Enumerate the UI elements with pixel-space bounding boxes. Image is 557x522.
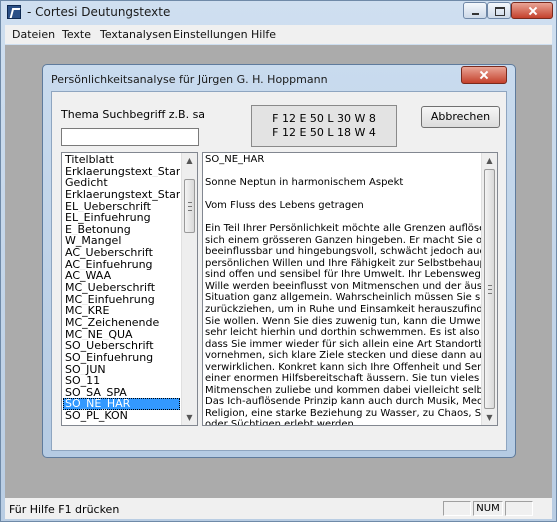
text-line: Religion, eine starke Beziehung zu Wasse… <box>205 407 498 419</box>
status-text: Für Hilfe F1 drücken <box>9 503 120 516</box>
menu-dateien[interactable]: Dateien <box>12 28 55 41</box>
dialog-close-button[interactable] <box>461 66 507 84</box>
text-line: vornehmen, sich klare Ziele stecken und … <box>205 350 494 362</box>
list-item[interactable]: W_Mangel <box>63 235 180 247</box>
status-bar: Für Hilfe F1 drücken NUM <box>5 498 552 519</box>
cancel-button[interactable]: Abbrechen <box>421 106 500 128</box>
text-line: beeinflussbar und hingebungsvoll, schwäc… <box>205 246 498 258</box>
list-item[interactable]: Titelblatt <box>63 154 180 166</box>
list-item[interactable]: SO_Ueberschrift <box>63 340 180 352</box>
maximize-button[interactable] <box>487 2 511 19</box>
list-item[interactable]: Gedicht <box>63 177 180 189</box>
menu-einstellungen[interactable]: Einstellungen <box>173 28 248 41</box>
text-line: einer enormen Hilfsbereitschaft äussern.… <box>205 373 498 385</box>
info-line: F 12 E 50 L 18 W 4 <box>272 126 376 139</box>
info-box: F 12 E 50 L 30 W 8 F 12 E 50 L 18 W 4 <box>251 105 397 147</box>
menu-textanalysen[interactable]: Textanalysen <box>100 28 172 41</box>
list-item[interactable]: Erklaerungstext_Standarda <box>63 189 180 201</box>
list-item[interactable]: MC_Einfuehrung <box>63 294 180 306</box>
scroll-thumb[interactable] <box>484 169 495 409</box>
text-line: dass Sie immer wieder für sich allein ei… <box>205 338 497 350</box>
text-line: Das Ich-auflösende Prinzip kann auch dur… <box>205 396 498 408</box>
list-item[interactable]: MC_Ueberschrift <box>63 282 180 294</box>
analysis-dialog: Persönlichkeitsanalyse für Jürgen G. H. … <box>42 64 516 458</box>
topic-list-items: TitelblattErklaerungstext_StandardaGedic… <box>63 154 180 422</box>
menu-texte[interactable]: Texte <box>62 28 91 41</box>
text-paragraph: Sonne Neptun in harmonischem Aspekt <box>205 177 481 189</box>
text-line: Vom Fluss des Lebens getragen <box>205 200 364 212</box>
list-item[interactable]: SO_NE_HAR <box>63 398 180 411</box>
list-item[interactable]: Erklaerungstext_Standarda <box>63 166 180 178</box>
analysis-text: SO_NE_HAR Sonne Neptun in harmonischem As… <box>205 154 498 426</box>
analysis-text-box[interactable]: SO_NE_HAR Sonne Neptun in harmonischem As… <box>202 152 498 426</box>
search-input[interactable] <box>61 128 199 146</box>
text-line: persönlichen Willen und Ihre Fähigkeit z… <box>205 257 498 269</box>
text-line: Sie wollen. Wenn Sie dies zuwenig tun, k… <box>205 315 498 327</box>
minimize-button[interactable] <box>463 2 487 19</box>
text-paragraph: SO_NE_HAR <box>205 154 481 166</box>
title-bar: - Cortesi Deutungstexte <box>1 1 556 23</box>
text-line: sehr leicht hierhin und dorthin schwemme… <box>205 327 498 339</box>
info-line: F 12 E 50 L 30 W 8 <box>272 112 376 125</box>
list-item[interactable]: AC_WAA <box>63 270 180 282</box>
text-line: oder Süchtigen erlebt werden. <box>205 419 358 426</box>
list-item[interactable]: MC_NE_QUA <box>63 329 180 341</box>
list-item[interactable]: MC_KRE <box>63 305 180 317</box>
topic-list[interactable]: TitelblattErklaerungstext_StandardaGedic… <box>61 152 198 426</box>
scroll-up-arrow[interactable]: ▲ <box>482 153 497 168</box>
menu-hilfe[interactable]: Hilfe <box>251 28 276 41</box>
dialog-title: Persönlichkeitsanalyse für Jürgen G. H. … <box>51 73 328 86</box>
scroll-down-arrow[interactable]: ▼ <box>482 410 497 425</box>
text-line: Mitmenschen zuliebe und kommen dabei vie… <box>205 384 497 396</box>
list-item[interactable]: E_Betonung <box>63 224 180 236</box>
scroll-down-arrow[interactable]: ▼ <box>182 410 197 425</box>
list-item[interactable]: EL_Ueberschrift <box>63 201 180 213</box>
list-item[interactable]: SO_11 <box>63 375 180 387</box>
search-label: Thema Suchbegriff z.B. sa <box>61 108 206 121</box>
text-line: zurückziehen, um in Ruhe und Einsamkeit … <box>205 303 498 315</box>
list-item[interactable]: SO_PL_KON <box>63 410 180 422</box>
topic-list-scrollbar[interactable]: ▲ ▼ <box>181 153 197 425</box>
text-line: sich einem grösseren Ganzen hingeben. Er… <box>205 234 498 246</box>
list-item[interactable]: SO_JUN <box>63 364 180 376</box>
text-scrollbar[interactable]: ▲ ▼ <box>481 153 497 425</box>
scroll-up-arrow[interactable]: ▲ <box>182 153 197 168</box>
text-line: Situation ganz allgemein. Wahrscheinlich… <box>205 292 495 304</box>
list-item[interactable]: AC_Einfuehrung <box>63 259 180 271</box>
list-item[interactable]: MC_Zeichenende <box>63 317 180 329</box>
status-pane-empty <box>443 501 471 516</box>
text-paragraph: Vom Fluss des Lebens getragen <box>205 200 481 212</box>
scroll-thumb[interactable] <box>184 179 195 233</box>
text-line: SO_NE_HAR <box>205 154 265 165</box>
text-paragraph: Ein Teil Ihrer Persönlichkeit möchte all… <box>205 223 498 426</box>
num-lock-indicator: NUM <box>473 501 503 516</box>
status-pane-empty-2 <box>505 501 533 516</box>
text-line: Sonne Neptun in harmonischem Aspekt <box>205 177 404 189</box>
list-item[interactable]: AC_Ueberschrift <box>63 247 180 259</box>
text-line: Ein Teil Ihrer Persönlichkeit möchte all… <box>205 223 498 235</box>
text-line: Wille werden beeinflusst von Mitmenschen… <box>205 280 498 292</box>
menu-bar: Dateien Texte Textanalysen Einstellungen… <box>5 25 552 44</box>
app-title: - Cortesi Deutungstexte <box>27 5 171 19</box>
list-item[interactable]: SO_SA_SPA <box>63 387 180 399</box>
text-line: sind offen und sensibel für Ihre Umwelt.… <box>205 269 498 281</box>
dialog-body: Thema Suchbegriff z.B. sa F 12 E 50 L 30… <box>51 91 507 451</box>
list-item[interactable]: SO_Einfuehrung <box>63 352 180 364</box>
app-icon <box>7 5 21 19</box>
text-line: verwirklichen. Konkret kann sich Ihre Of… <box>205 361 497 373</box>
close-button[interactable] <box>511 2 553 19</box>
list-item[interactable]: EL_Einfuehrung <box>63 212 180 224</box>
